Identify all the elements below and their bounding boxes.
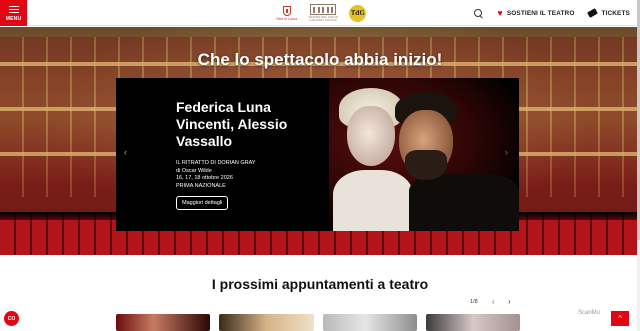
search-icon[interactable] [474,8,483,18]
show-title: IL RITRATTO DI DORIAN GRAY [176,160,256,166]
support-link[interactable]: ♥ SOSTIENI IL TEATRO [497,7,575,18]
menu-button[interactable]: MENU [0,0,27,26]
theatre-facade-icon [310,3,337,15]
logo-group: Città di Lucca TEATRO DEL GIGLIO GIACOMO… [276,2,367,24]
prev-page-icon[interactable]: ‹ [492,297,495,306]
page: MENU Città di Lucca TEATRO DEL GIGLIO GI… [0,0,640,331]
event-card[interactable] [322,314,417,331]
figure-shape [347,106,395,166]
show-author: di Oscar Wilde [176,167,212,174]
chevron-up-icon: ^ [618,314,622,323]
city-logo-text: Città di Lucca [276,16,298,21]
show-note: PRIMA NAZIONALE [176,183,226,190]
hero-banner: Che lo spettacolo abbia inizio! Federica… [0,27,640,255]
show-details: IL RITRATTO DI DORIAN GRAY di Oscar Wild… [176,160,256,191]
section-title: I prossimi appuntamenti a teatro [211,276,429,292]
header-actions: ♥ SOSTIENI IL TEATRO TICKETS [474,0,630,26]
back-to-top-button[interactable]: ^ [611,311,629,326]
figure-shape [409,174,519,231]
performers-name: Federica Luna Vincenti, Alessio Vassallo [176,99,288,149]
theatre-logo-text: TEATRO DEL GIGLIO GIACOMO PUCCINI [308,14,339,22]
event-card[interactable] [219,314,314,331]
site-header: MENU Città di Lucca TEATRO DEL GIGLIO GI… [0,0,640,26]
figure-shape [405,150,447,180]
details-button[interactable]: Maggiori dettagli [176,196,229,210]
chevron-left-icon[interactable]: ‹ [124,147,127,157]
next-page-icon[interactable]: › [508,297,511,306]
ticket-icon [587,8,599,18]
show-poster-image [329,78,519,231]
support-label: SOSTIENI IL TEATRO [506,9,575,17]
cookie-settings-button[interactable]: CO [4,311,19,326]
chevron-right-icon[interactable]: › [505,147,508,157]
events-carousel [116,314,520,331]
pager-count: 1/8 [470,299,478,305]
menu-label: MENU [5,15,22,22]
tickets-label: TICKETS [601,9,630,17]
tickets-link[interactable]: TICKETS [587,8,630,18]
hero-title: Che lo spettacolo abbia inizio! [197,50,443,69]
watermark: ScanMu [578,310,601,316]
heart-icon: ♥ [497,7,503,18]
theatre-logo[interactable]: TEATRO DEL GIGLIO GIACOMO PUCCINI [305,3,341,23]
city-logo[interactable]: Città di Lucca [276,5,298,21]
show-dates: 16, 17, 18 ottobre 2026 [176,175,233,182]
figure-shape [333,170,413,231]
featured-show-slide[interactable]: Federica Luna Vincenti, Alessio Vassallo… [116,78,519,231]
event-card[interactable] [425,314,520,331]
event-card[interactable] [116,314,211,331]
seal-logo[interactable]: TdG [349,4,367,22]
hamburger-icon [8,4,19,15]
crest-icon [282,5,291,16]
